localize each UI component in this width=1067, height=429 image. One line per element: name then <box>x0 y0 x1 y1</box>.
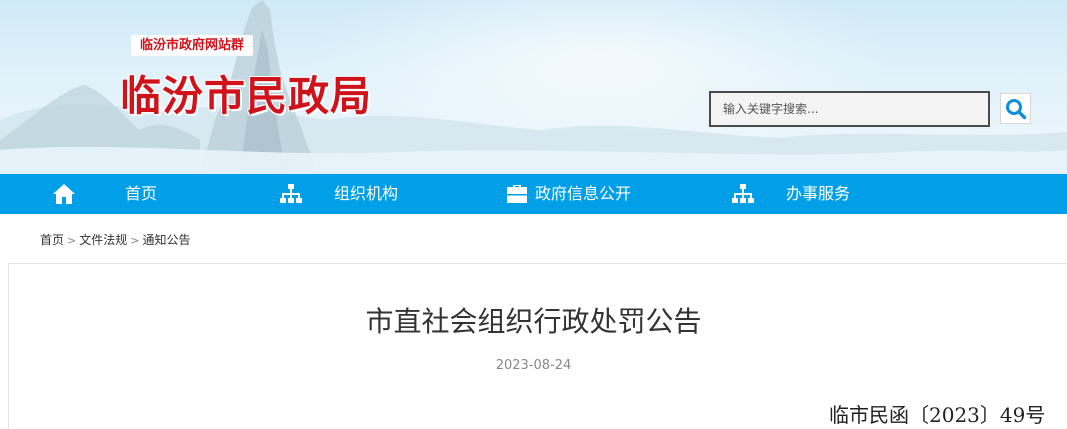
site-header: 临汾市政府网站群 临汾市民政局 <box>0 0 1067 174</box>
site-group-badge[interactable]: 临汾市政府网站群 <box>131 35 254 56</box>
org-chart-icon <box>732 184 754 203</box>
nav-label: 首页 <box>125 184 158 203</box>
search-button[interactable] <box>1000 93 1031 124</box>
main-nav: 首页 组织机构 政府信息公开 办事服务 <box>0 174 1067 214</box>
breadcrumb-home[interactable]: 首页 <box>40 233 64 247</box>
site-title[interactable]: 临汾市民政局 <box>120 62 372 122</box>
article-title: 市直社会组织行政处罚公告 <box>365 305 702 338</box>
document-number: 临市民函〔2023〕49号 <box>829 403 1046 427</box>
breadcrumb-regulations[interactable]: 文件法规 <box>79 233 127 247</box>
search-box <box>709 91 990 127</box>
article-date: 2023-08-24 <box>495 358 572 373</box>
breadcrumb-separator: > <box>130 234 140 247</box>
briefcase-icon <box>507 185 527 203</box>
nav-item-home[interactable]: 首页 <box>52 174 192 214</box>
breadcrumb: 首页 > 文件法规 > 通知公告 <box>40 231 190 248</box>
search-icon <box>1005 98 1026 119</box>
nav-label: 组织机构 <box>334 184 399 203</box>
org-chart-icon <box>280 184 302 203</box>
nav-item-services[interactable]: 办事服务 <box>731 174 891 214</box>
nav-item-organization[interactable]: 组织机构 <box>279 174 439 214</box>
breadcrumb-notices[interactable]: 通知公告 <box>142 233 190 247</box>
home-icon <box>53 184 75 204</box>
nav-label: 政府信息公开 <box>535 184 632 203</box>
breadcrumb-separator: > <box>67 234 77 247</box>
nav-item-gov-info[interactable]: 政府信息公开 <box>505 174 685 214</box>
nav-label: 办事服务 <box>786 184 851 203</box>
search-input[interactable] <box>711 93 988 125</box>
